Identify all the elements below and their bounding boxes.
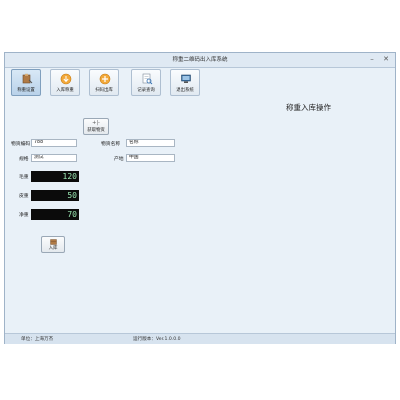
fetch-material-button[interactable]: +|- 获取物资 [83, 118, 109, 135]
scale-settings-icon [22, 73, 33, 84]
inbound-weighing-icon [60, 73, 72, 85]
app-window: 称重二维码出入库系统 – ✕ 称重设置 入库称重 扫码出库 记录查询 退出系统 … [4, 52, 396, 344]
gross-weight-label: 毛重 [19, 175, 29, 180]
toolbar-label: 退出系统 [176, 88, 194, 93]
tare-weight-label: 皮重 [19, 194, 29, 199]
toolbar-button-exit-system[interactable]: 退出系统 [170, 69, 200, 96]
close-button[interactable]: ✕ [381, 55, 391, 64]
material-code-label: 物资编码 [11, 142, 31, 147]
status-bar: 单位：上海万杰 运行版本：Ver.1.0.0.0 [5, 333, 395, 344]
fetch-material-label: 获取物资 [87, 128, 105, 133]
gross-weight-display: 120 [31, 171, 79, 182]
record-query-icon [142, 73, 153, 85]
net-weight-display: 70 [31, 209, 79, 220]
toolbar-label: 记录查询 [137, 88, 155, 93]
spec-label: 规格 [19, 157, 29, 162]
toolbar-button-scan-outbound[interactable]: 扫码出库 [89, 69, 119, 96]
inbound-button-label: 入库 [48, 246, 58, 251]
toolbar-button-record-query[interactable]: 记录查询 [131, 69, 161, 96]
status-version: 运行版本：Ver.1.0.0.0 [133, 337, 181, 342]
inbound-button[interactable]: 入库 [41, 236, 65, 253]
net-weight-label: 净重 [19, 213, 29, 218]
material-code-field[interactable]: 788 [31, 139, 77, 147]
material-name-field[interactable]: 名称 [126, 139, 175, 147]
page-title: 称重入库操作 [286, 103, 331, 112]
window-title: 称重二维码出入库系统 [172, 57, 228, 63]
toolbar-label: 入库称重 [56, 88, 74, 93]
origin-label: 产地 [114, 157, 124, 162]
toolbar-button-inbound-weighing[interactable]: 入库称重 [50, 69, 80, 96]
fetch-material-icon: +|- [92, 120, 100, 126]
tare-weight-display: 50 [31, 190, 79, 201]
material-name-label: 物资名称 [101, 142, 121, 147]
scan-outbound-icon [99, 73, 111, 85]
spec-field[interactable]: 测试 [31, 154, 77, 162]
toolbar-label: 称重设置 [17, 88, 35, 93]
toolbar-label: 扫码出库 [95, 88, 113, 93]
minimize-button[interactable]: – [367, 55, 377, 64]
toolbar: 称重设置 入库称重 扫码出库 记录查询 退出系统 [5, 68, 395, 98]
title-bar: 称重二维码出入库系统 – ✕ [5, 53, 395, 68]
origin-field[interactable]: 中国 [126, 154, 175, 162]
toolbar-button-scale-settings[interactable]: 称重设置 [11, 69, 41, 96]
exit-system-icon [181, 74, 191, 83]
status-unit: 单位：上海万杰 [21, 337, 54, 342]
